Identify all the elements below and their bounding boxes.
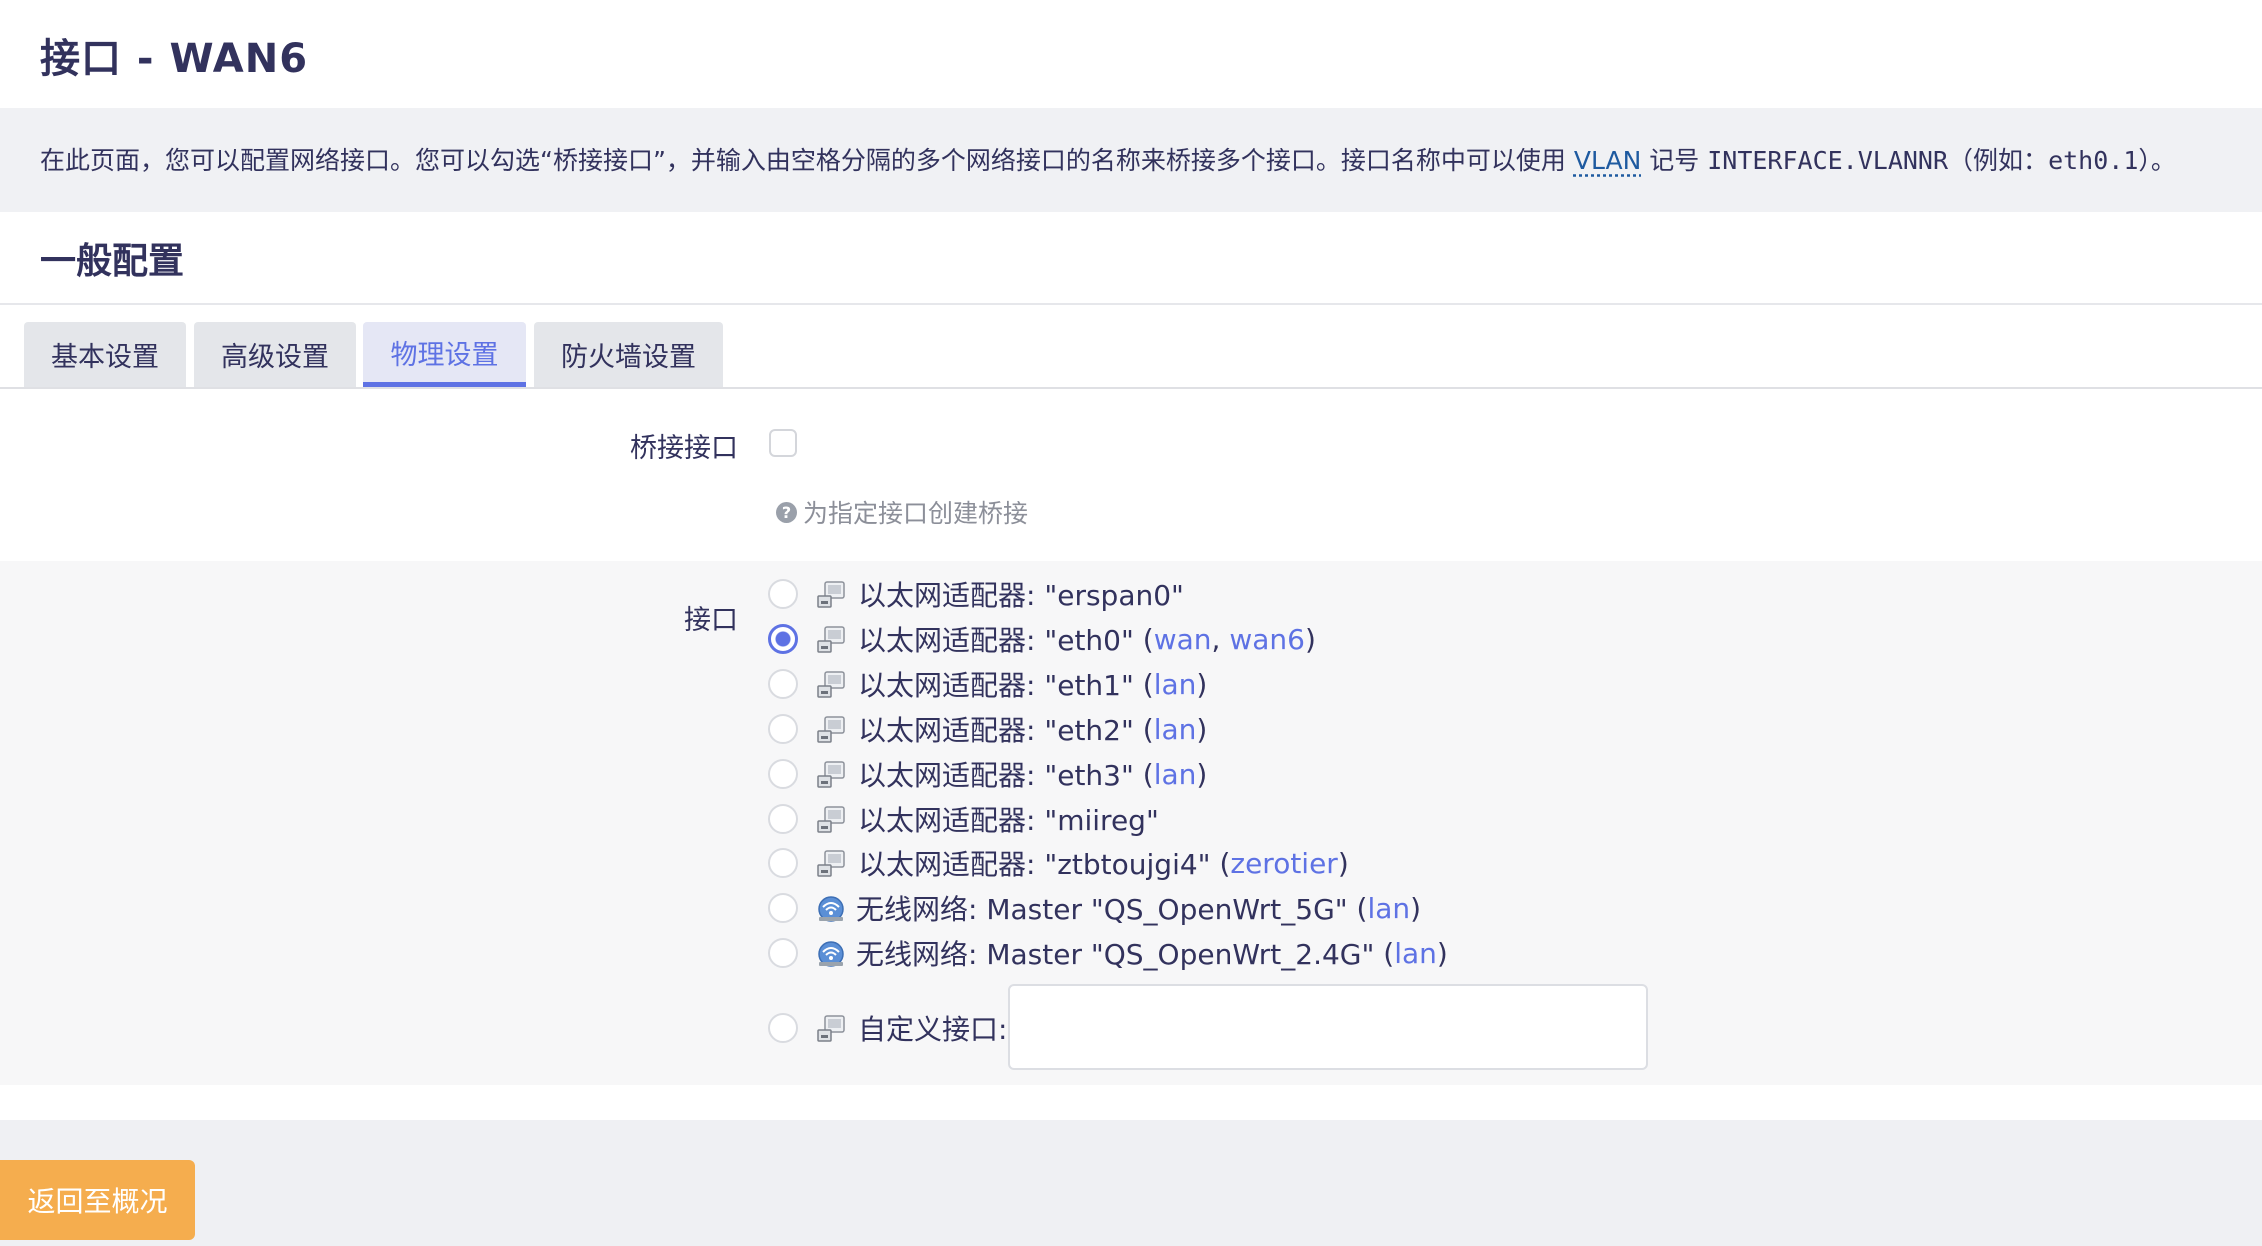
interface-networks: (zerotier) — [1210, 846, 1349, 880]
interface-option-label: 以太网适配器: "erspan0" — [858, 579, 1184, 612]
network-link[interactable]: lan — [1154, 668, 1197, 701]
interface-option-label: 以太网适配器: "miireg" — [858, 804, 1159, 837]
vlan-link[interactable]: VLAN — [1574, 146, 1641, 175]
description-code-interface: INTERFACE.VLANNR — [1707, 146, 1949, 175]
question-circle-icon: ? — [776, 501, 797, 523]
wifi-icon — [818, 941, 844, 967]
interface-option-label: 以太网适配器: "eth1" — [858, 669, 1134, 702]
interface-radio[interactable] — [768, 759, 798, 789]
network-link[interactable]: wan6 — [1229, 623, 1305, 656]
interface-radio[interactable] — [768, 714, 798, 744]
interface-option[interactable]: 无线网络: Master "QS_OpenWrt_2.4G" (lan) — [768, 933, 1448, 973]
interface-networks: (lan) — [1133, 712, 1208, 746]
tab-advanced-settings[interactable]: 高级设置 — [194, 322, 356, 387]
interface-option[interactable]: 无线网络: Master "QS_OpenWrt_5G" (lan) — [768, 888, 1421, 928]
bridge-hint: ? 为指定接口创建桥接 — [776, 494, 1028, 530]
custom-interface-option[interactable]: 自定义接口: — [768, 1008, 1007, 1048]
ethernet-icon — [817, 581, 845, 608]
interface-networks: (lan) — [1374, 936, 1448, 970]
page-title: 接口 - WAN6 — [40, 36, 309, 82]
ethernet-icon — [817, 716, 845, 743]
interface-radio[interactable] — [768, 848, 798, 878]
network-link[interactable]: lan — [1154, 758, 1197, 791]
interface-radio[interactable] — [768, 669, 798, 699]
bridge-hint-text: 为指定接口创建桥接 — [803, 499, 1029, 528]
bridge-interface-label: 桥接接口 — [630, 433, 738, 464]
interface-option-label: 无线网络: Master "QS_OpenWrt_2.4G" — [856, 938, 1375, 971]
description-text: 在此页面，您可以配置网络接口。您可以勾选“桥接接口”，并输入由空格分隔的多个网络… — [40, 146, 1566, 175]
ethernet-icon — [817, 850, 845, 877]
network-link[interactable]: lan — [1154, 713, 1197, 746]
interface-radio[interactable] — [768, 938, 798, 968]
network-link[interactable]: wan — [1154, 623, 1212, 656]
tab-basic-settings[interactable]: 基本设置 — [24, 322, 186, 387]
custom-interface-radio[interactable] — [768, 1013, 798, 1043]
ethernet-icon — [817, 671, 845, 698]
interface-option-label: 以太网适配器: "ztbtoujgi4" — [858, 848, 1211, 881]
network-link[interactable]: lan — [1367, 892, 1410, 925]
ethernet-icon — [817, 806, 845, 833]
interface-option[interactable]: 以太网适配器: "eth3" (lan) — [768, 754, 1207, 794]
interface-radio[interactable] — [768, 804, 798, 834]
page-header: 接口 - WAN6 — [0, 0, 2262, 108]
interface-option[interactable]: 以太网适配器: "erspan0" — [768, 574, 1184, 614]
interface-option[interactable]: 以太网适配器: "eth2" (lan) — [768, 709, 1207, 749]
description-text-post: ）。 — [2138, 146, 2176, 175]
ethernet-icon — [817, 1015, 845, 1042]
interface-option-label: 无线网络: Master "QS_OpenWrt_5G" — [856, 893, 1348, 926]
description-code-example: eth0.1 — [2048, 146, 2139, 175]
interface-option-label: 以太网适配器: "eth3" — [858, 759, 1134, 792]
interface-label: 接口 — [684, 605, 738, 636]
tab-physical-settings[interactable]: 物理设置 — [363, 322, 526, 387]
network-link[interactable]: lan — [1394, 937, 1437, 970]
interface-networks: (lan) — [1133, 757, 1208, 791]
interface-option[interactable]: 以太网适配器: "eth1" (lan) — [768, 664, 1207, 704]
page-description: 在此页面，您可以配置网络接口。您可以勾选“桥接接口”，并输入由空格分隔的多个网络… — [40, 141, 2176, 177]
back-to-overview-button[interactable]: 返回至概况 — [0, 1160, 195, 1240]
tab-firewall-settings[interactable]: 防火墙设置 — [534, 322, 723, 387]
interface-radio[interactable] — [768, 624, 798, 654]
interface-networks: (wan, wan6) — [1133, 622, 1316, 656]
ethernet-icon — [817, 761, 845, 788]
interface-option[interactable]: 以太网适配器: "miireg" — [768, 799, 1159, 839]
interface-networks: (lan) — [1347, 891, 1422, 925]
custom-interface-label: 自定义接口: — [858, 1013, 1008, 1046]
interface-networks: (lan) — [1133, 667, 1208, 701]
footer-bar — [0, 1120, 2262, 1246]
network-link[interactable]: zerotier — [1230, 847, 1337, 880]
bridge-interface-checkbox[interactable] — [769, 429, 797, 457]
interface-radio[interactable] — [768, 893, 798, 923]
interface-option-label: 以太网适配器: "eth2" — [858, 714, 1134, 747]
interface-option[interactable]: 以太网适配器: "eth0" (wan, wan6) — [768, 619, 1316, 659]
section-divider — [0, 303, 2262, 305]
section-title: 一般配置 — [40, 241, 185, 282]
interface-radio[interactable] — [768, 579, 798, 609]
bridge-row — [0, 389, 2262, 561]
custom-interface-input[interactable] — [1008, 984, 1648, 1070]
interface-option[interactable]: 以太网适配器: "ztbtoujgi4" (zerotier) — [768, 843, 1349, 883]
wifi-icon — [818, 896, 844, 922]
interface-option-label: 以太网适配器: "eth0" — [858, 624, 1134, 657]
description-text-mid2: （例如： — [1948, 146, 2049, 175]
description-text-mid: 记号 — [1649, 146, 1700, 175]
ethernet-icon — [817, 626, 845, 653]
